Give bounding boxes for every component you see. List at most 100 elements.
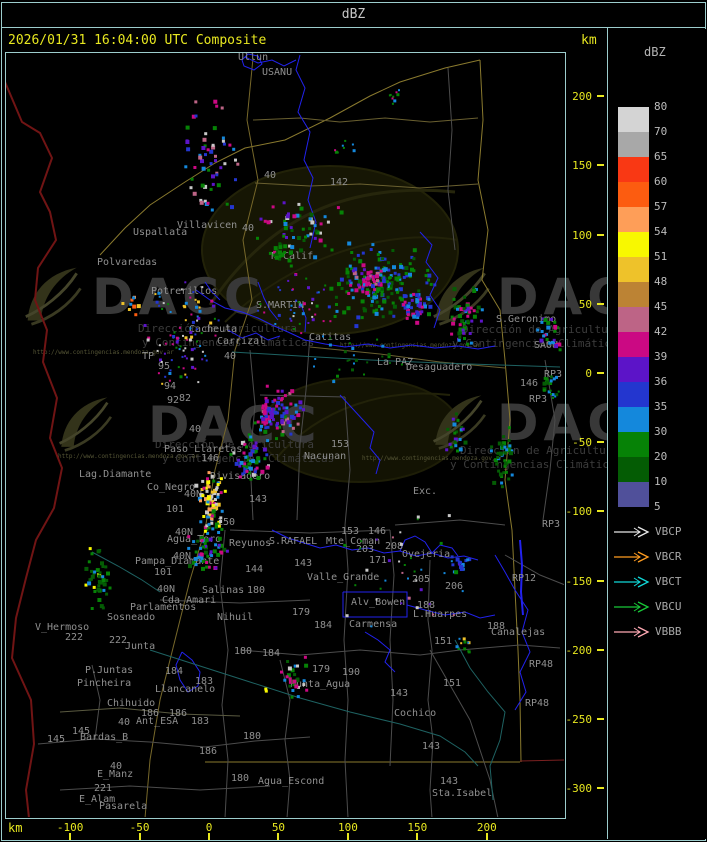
legend-threshold-label: 65 <box>654 150 668 163</box>
radar-echo-cluster <box>388 89 400 105</box>
legend-threshold-label: 20 <box>654 450 668 463</box>
right-axis-tick <box>597 718 604 720</box>
legend-color-box <box>618 257 649 282</box>
right-axis-tick <box>597 164 604 167</box>
legend-color-box <box>618 357 649 382</box>
right-axis-tick <box>597 95 604 98</box>
legend-color-box <box>618 307 649 332</box>
legend-color-box <box>618 132 649 157</box>
vbcu-arrow-icon <box>614 601 650 613</box>
window-title: dBZ <box>341 7 366 22</box>
legend-threshold-label: 57 <box>654 200 668 213</box>
radar-echo-cluster <box>194 471 227 541</box>
radar-echo-cluster <box>536 317 562 352</box>
radar-app-window: DACC Dirección de Agricultura y Contingenc… <box>0 0 707 842</box>
bottom-axis-tick <box>277 833 280 840</box>
bottom-axis-tick <box>138 833 141 840</box>
right-axis-tick <box>597 302 604 305</box>
radar-echo-cluster <box>256 398 279 430</box>
legend-threshold-label: 35 <box>654 400 668 413</box>
radar-echo-cluster <box>264 687 268 693</box>
timestamp-label: 2026/01/31 16:04:00 UTC Composite <box>8 33 267 48</box>
radar-echo-cluster <box>450 286 484 346</box>
radar-echo-layer <box>84 89 562 699</box>
legend-threshold-label: 54 <box>654 225 668 238</box>
legend-threshold-label: 70 <box>654 125 668 138</box>
right-axis-tick-label: -200 <box>565 643 593 657</box>
legend-threshold-label: 42 <box>654 325 668 338</box>
legend-color-box <box>618 382 649 407</box>
legend-color-box <box>618 207 649 232</box>
bottom-axis-unit-label: km <box>8 821 23 835</box>
right-axis-tick-label: 200 <box>572 90 592 104</box>
vbbb-arrow-icon <box>614 626 650 638</box>
right-axis-tick <box>597 579 604 582</box>
radar-echo-cluster <box>450 555 472 575</box>
right-axis-tick <box>597 787 604 790</box>
bottom-axis-tick <box>69 833 72 840</box>
radar-echo-cluster <box>257 273 332 338</box>
legend-title: dBZ <box>644 45 666 59</box>
vbcr-arrow-icon <box>614 551 650 563</box>
radar-echo-cluster <box>280 655 309 699</box>
legend-color-box <box>618 157 649 182</box>
bottom-axis-tick <box>485 833 488 840</box>
legend-threshold-label: 51 <box>654 250 668 263</box>
legend-threshold-label: 48 <box>654 275 668 288</box>
legend-threshold-label: 30 <box>654 425 668 438</box>
vbct-arrow-icon <box>614 576 650 588</box>
radar-echo-cluster <box>256 201 344 268</box>
vector-legend-label: VBCU <box>655 600 682 613</box>
legend-color-box <box>618 107 649 132</box>
right-axis-tick-label: -100 <box>565 505 593 519</box>
right-axis-tick <box>597 233 604 236</box>
right-axis-tick <box>597 510 604 513</box>
radar-echo-cluster <box>343 514 464 628</box>
legend-color-box <box>618 407 649 432</box>
right-axis-tick <box>597 648 604 651</box>
bottom-axis-tick <box>208 833 210 840</box>
legend-threshold-label: 5 <box>654 500 661 513</box>
right-axis-tick <box>597 441 604 444</box>
legend-threshold-label: 10 <box>654 475 668 488</box>
legend-color-box <box>618 232 649 257</box>
radar-echo-cluster <box>445 412 468 453</box>
radar-echo-cluster <box>184 99 240 212</box>
vector-legend-label: VBCP <box>655 525 682 538</box>
legend-threshold-label: 60 <box>654 175 668 188</box>
vector-legend-label: VBBB <box>655 625 682 638</box>
legend-threshold-label: 39 <box>654 350 668 363</box>
radar-echo-cluster <box>229 429 270 481</box>
right-axis-unit-label: km <box>581 33 597 48</box>
vector-legend-label: VBCT <box>655 575 682 588</box>
radar-echo-cluster <box>334 139 356 154</box>
right-axis-tick-label: 150 <box>572 159 592 173</box>
right-axis-tick-label: -50 <box>572 436 592 450</box>
vbcp-arrow-icon <box>614 526 650 538</box>
radar-echo-cluster <box>313 337 403 384</box>
right-axis-tick-label: 50 <box>578 297 592 311</box>
right-axis-tick-label: 100 <box>572 228 592 242</box>
right-axis-tick-label: 0 <box>585 367 592 380</box>
radar-echo-cluster <box>401 292 427 325</box>
legend-threshold-label: 36 <box>654 375 668 388</box>
radar-echo-cluster <box>121 295 141 317</box>
legend-color-box <box>618 482 649 507</box>
radar-echo-cluster <box>455 637 471 654</box>
bottom-axis-tick <box>416 833 419 840</box>
legend-threshold-label: 45 <box>654 300 668 313</box>
right-axis-tick <box>597 372 604 374</box>
title-bar: dBZ <box>1 2 706 28</box>
legend-color-box <box>618 432 649 457</box>
right-axis-tick-label: -300 <box>565 782 593 796</box>
legend-color-box <box>618 332 649 357</box>
radar-echo-cluster <box>489 426 514 489</box>
legend-color-box <box>618 282 649 307</box>
right-axis-tick-label: -150 <box>565 574 593 588</box>
radar-echo-cluster <box>143 281 220 385</box>
radar-echo-cluster <box>84 547 112 610</box>
vector-legend-label: VBCR <box>655 550 682 563</box>
legend-threshold-label: 80 <box>654 100 668 113</box>
right-axis-tick-label: -250 <box>565 713 593 726</box>
legend-color-box <box>618 182 649 207</box>
